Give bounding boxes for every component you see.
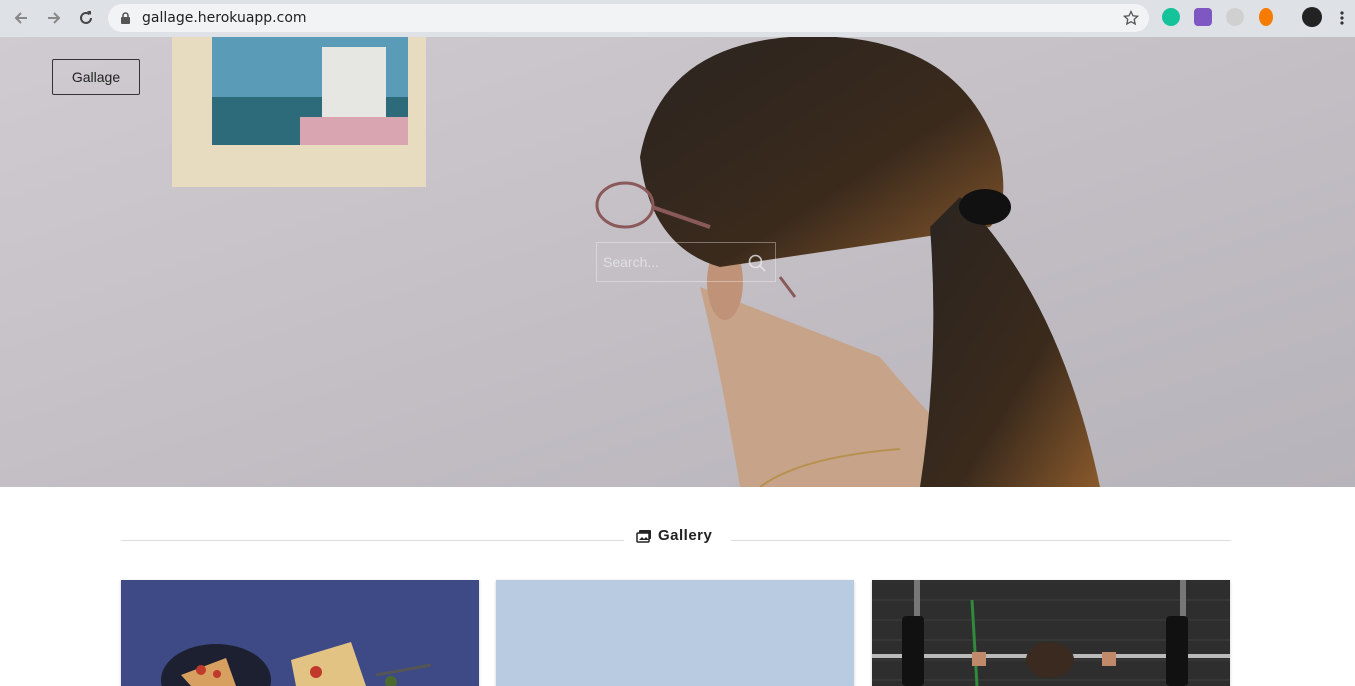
- grammarly-extension-icon[interactable]: [1162, 8, 1180, 26]
- search-icon[interactable]: [747, 253, 767, 273]
- arrow-left-icon: [14, 12, 27, 24]
- bookmark-star-icon[interactable]: [1123, 10, 1139, 26]
- gallery-title: Gallery: [636, 527, 712, 544]
- gallery-title-text: Gallery: [658, 527, 713, 544]
- hero-section: Gallage: [0, 37, 1355, 487]
- forward-button[interactable]: [42, 6, 66, 30]
- lock-icon: [121, 12, 130, 24]
- back-button[interactable]: [9, 6, 33, 30]
- divider: [731, 540, 1231, 541]
- menu-dots-icon[interactable]: [1339, 10, 1345, 26]
- images-icon: [636, 529, 651, 543]
- extension-icon[interactable]: [1226, 8, 1244, 26]
- brand-button[interactable]: Gallage: [52, 59, 140, 95]
- extension-icon[interactable]: [1194, 8, 1212, 26]
- arrow-right-icon: [48, 12, 61, 24]
- divider: [121, 540, 624, 541]
- food-photo: [121, 580, 479, 686]
- gallery-card-food[interactable]: [121, 580, 479, 686]
- fitness-photo: [872, 580, 1230, 686]
- sky-photo: [496, 580, 854, 686]
- extension-icon[interactable]: [1259, 8, 1273, 26]
- browser-toolbar: gallage.herokuapp.com: [0, 0, 1355, 37]
- address-bar[interactable]: gallage.herokuapp.com: [108, 4, 1149, 32]
- reload-button[interactable]: [74, 6, 98, 30]
- profile-avatar[interactable]: [1302, 7, 1322, 27]
- search-form: [596, 242, 776, 282]
- reload-icon: [80, 11, 92, 24]
- url-text: gallage.herokuapp.com: [142, 10, 307, 26]
- search-input[interactable]: [597, 243, 737, 281]
- gallery-header: Gallery: [121, 527, 1231, 553]
- gallery-card-sky[interactable]: [496, 580, 854, 686]
- gallery-card-fitness[interactable]: [872, 580, 1230, 686]
